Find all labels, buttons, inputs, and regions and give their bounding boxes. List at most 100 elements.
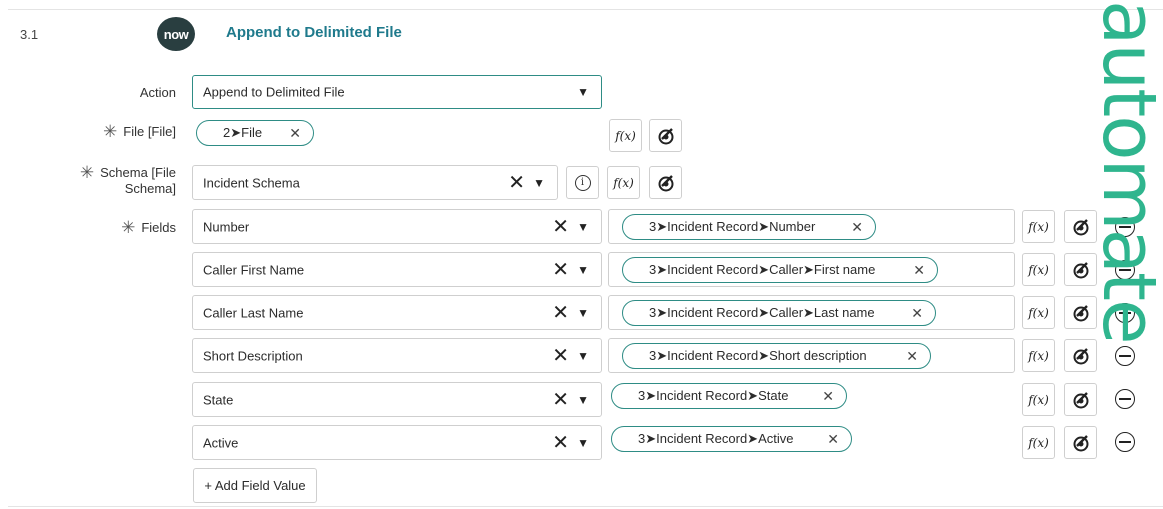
data-pill-picker-icon	[658, 127, 673, 144]
watermark-text: automate	[1100, 0, 1163, 343]
field-value-pill[interactable]: 3➤Incident Record➤Caller➤First name ✕	[622, 257, 938, 283]
clear-icon[interactable]: ✕	[552, 214, 569, 239]
function-icon: f(x)	[1028, 219, 1049, 234]
field-data-pill-picker-button[interactable]	[1064, 339, 1097, 372]
required-icon: ✳	[79, 163, 95, 182]
data-pill-picker-icon	[1073, 347, 1088, 364]
schema-select-value: Incident Schema	[203, 175, 300, 190]
field-name-select[interactable]: Caller First Name ✕ ▼	[192, 252, 602, 287]
data-pill-picker-icon	[1073, 304, 1088, 321]
schema-label: ✳ Schema [File Schema]	[79, 163, 176, 196]
field-data-pill-picker-button[interactable]	[1064, 296, 1097, 329]
function-icon: f(x)	[1028, 348, 1049, 363]
file-pill[interactable]: 2➤File ✕	[196, 120, 314, 146]
function-icon: f(x)	[1028, 262, 1049, 277]
field-name-select[interactable]: State ✕ ▼	[192, 382, 602, 417]
add-field-value-button[interactable]: + Add Field Value	[193, 468, 317, 503]
field-data-pill-picker-button[interactable]	[1064, 210, 1097, 243]
function-icon: f(x)	[1028, 435, 1049, 450]
field-fx-button[interactable]: f(x)	[1022, 426, 1055, 459]
remove-pill-icon[interactable]: ✕	[289, 125, 301, 142]
field-fx-button[interactable]: f(x)	[1022, 296, 1055, 329]
field-value-pill-label: 3➤Incident Record➤State	[638, 388, 789, 403]
file-fx-button[interactable]: f(x)	[609, 119, 642, 152]
required-icon: ✳	[103, 122, 118, 141]
info-icon: i	[574, 174, 591, 191]
field-value-pill[interactable]: 3➤Incident Record➤Active ✕	[611, 426, 852, 452]
chevron-down-icon[interactable]: ▼	[533, 176, 545, 190]
field-value-pill[interactable]: 3➤Incident Record➤Number ✕	[622, 214, 876, 240]
field-name-select[interactable]: Caller Last Name ✕ ▼	[192, 295, 602, 330]
field-value-pill[interactable]: 3➤Incident Record➤Caller➤Last name ✕	[622, 300, 936, 326]
field-name-select[interactable]: Short Description ✕ ▼	[192, 338, 602, 373]
field-name-value: Caller Last Name	[203, 305, 304, 320]
chevron-down-icon[interactable]: ▼	[577, 85, 589, 99]
field-fx-button[interactable]: f(x)	[1022, 339, 1055, 372]
data-pill-picker-icon	[1073, 261, 1088, 278]
field-fx-button[interactable]: f(x)	[1022, 383, 1055, 416]
clear-icon[interactable]: ✕	[552, 300, 569, 325]
field-data-pill-picker-button[interactable]	[1064, 383, 1097, 416]
file-label: ✳ File [File]	[103, 122, 176, 141]
clear-icon[interactable]: ✕	[552, 430, 569, 455]
remove-pill-icon[interactable]: ✕	[911, 305, 923, 322]
field-value-pill-label: 3➤Incident Record➤Number	[649, 219, 816, 234]
field-value-pill-label: 3➤Incident Record➤Short description	[649, 348, 867, 363]
schema-fx-button[interactable]: f(x)	[607, 166, 640, 199]
schema-data-pill-picker-button[interactable]	[649, 166, 682, 199]
clear-icon[interactable]: ✕	[552, 387, 569, 412]
file-pill-label: 2➤File	[223, 125, 263, 140]
file-data-pill-picker-button[interactable]	[649, 119, 682, 152]
field-name-value: Caller First Name	[203, 262, 305, 277]
data-pill-picker-icon	[658, 174, 673, 191]
field-value-pill-label: 3➤Incident Record➤Active	[638, 431, 794, 446]
chevron-down-icon[interactable]: ▼	[577, 393, 589, 407]
field-name-select[interactable]: Active ✕ ▼	[192, 425, 602, 460]
field-value-pill[interactable]: 3➤Incident Record➤State ✕	[611, 383, 847, 409]
schema-info-button[interactable]: i	[566, 166, 599, 199]
function-icon: f(x)	[1028, 305, 1049, 320]
watermark: automate	[1100, 0, 1163, 440]
function-icon: f(x)	[1028, 392, 1049, 407]
clear-icon[interactable]: ✕	[552, 343, 569, 368]
required-icon: ✳	[121, 218, 136, 237]
action-select-value: Append to Delimited File	[203, 84, 345, 100]
top-divider	[8, 9, 1163, 10]
remove-pill-icon[interactable]: ✕	[822, 388, 834, 405]
servicenow-logo: now	[157, 17, 195, 51]
data-pill-picker-icon	[1073, 218, 1088, 235]
remove-pill-icon[interactable]: ✕	[851, 219, 863, 236]
chevron-down-icon[interactable]: ▼	[577, 306, 589, 320]
field-fx-button[interactable]: f(x)	[1022, 210, 1055, 243]
function-icon: f(x)	[613, 175, 634, 190]
field-value-pill-label: 3➤Incident Record➤Caller➤Last name	[649, 305, 875, 320]
remove-pill-icon[interactable]: ✕	[827, 431, 839, 448]
schema-select[interactable]: Incident Schema ✕ ▼	[192, 165, 558, 200]
field-data-pill-picker-button[interactable]	[1064, 426, 1097, 459]
action-select[interactable]: Append to Delimited File ▼	[192, 75, 602, 109]
field-name-value: Short Description	[203, 348, 303, 363]
field-data-pill-picker-button[interactable]	[1064, 253, 1097, 286]
data-pill-picker-icon	[1073, 434, 1088, 451]
clear-icon[interactable]: ✕	[508, 170, 525, 195]
field-fx-button[interactable]: f(x)	[1022, 253, 1055, 286]
chevron-down-icon[interactable]: ▼	[577, 349, 589, 363]
field-name-value: Active	[203, 435, 239, 450]
function-icon: f(x)	[615, 128, 636, 143]
step-title[interactable]: Append to Delimited File	[226, 24, 402, 41]
fields-label: ✳ Fields	[121, 218, 176, 237]
field-name-select[interactable]: Number ✕ ▼	[192, 209, 602, 244]
field-name-value: State	[203, 392, 234, 407]
chevron-down-icon[interactable]: ▼	[577, 263, 589, 277]
remove-pill-icon[interactable]: ✕	[913, 262, 925, 279]
chevron-down-icon[interactable]: ▼	[577, 436, 589, 450]
field-name-value: Number	[203, 219, 250, 234]
clear-icon[interactable]: ✕	[552, 257, 569, 282]
step-number: 3.1	[20, 27, 39, 42]
data-pill-picker-icon	[1073, 391, 1088, 408]
chevron-down-icon[interactable]: ▼	[577, 220, 589, 234]
field-value-pill[interactable]: 3➤Incident Record➤Short description ✕	[622, 343, 931, 369]
bottom-divider	[8, 506, 1163, 507]
field-value-pill-label: 3➤Incident Record➤Caller➤First name	[649, 262, 876, 277]
remove-pill-icon[interactable]: ✕	[906, 348, 918, 365]
